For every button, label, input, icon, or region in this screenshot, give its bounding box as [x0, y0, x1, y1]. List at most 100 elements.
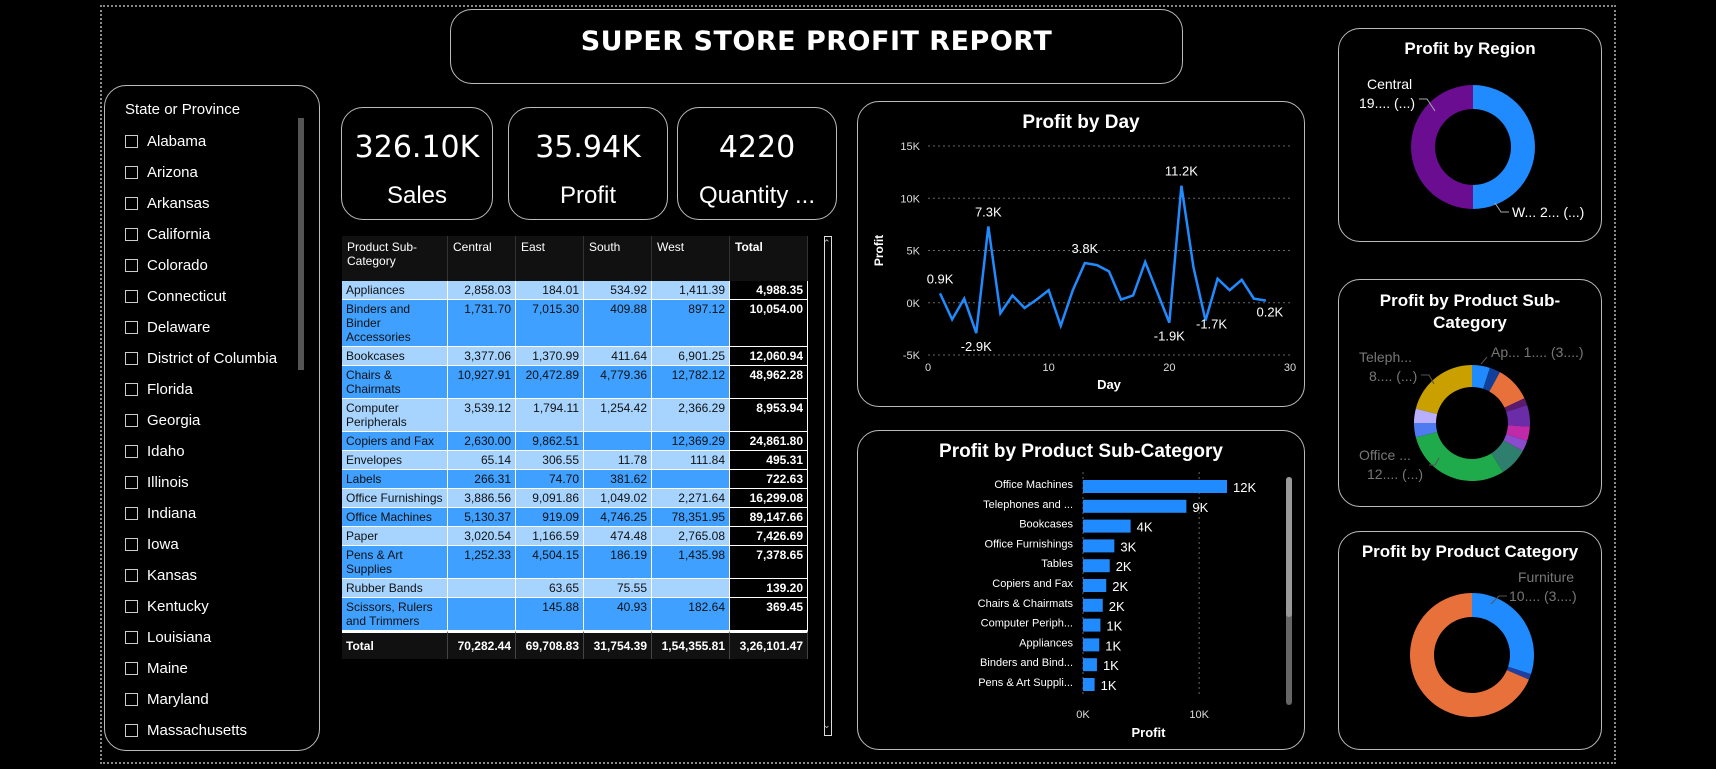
checkbox[interactable] [125, 383, 138, 396]
table-cell: 78,351.95 [652, 508, 730, 527]
column-header[interactable]: South [584, 236, 652, 281]
table-cell: 3,377.06 [448, 347, 516, 366]
table-row[interactable]: Office Machines 5,130.37 919.09 4,746.25 78,… [342, 508, 808, 527]
slicer-item[interactable]: Georgia [125, 405, 295, 436]
slicer-item[interactable]: Kentucky [125, 591, 295, 622]
checkbox[interactable] [125, 662, 138, 675]
slicer-item[interactable]: District of Columbia [125, 343, 295, 374]
checkbox[interactable] [125, 259, 138, 272]
column-header[interactable]: Product Sub-Category [342, 236, 448, 281]
column-header[interactable]: East [516, 236, 584, 281]
table-cell: 722.63 [730, 470, 808, 489]
profit-matrix[interactable]: Product Sub-Category Central East South West… [342, 236, 808, 747]
checkbox[interactable] [125, 476, 138, 489]
bar [1083, 559, 1110, 573]
checkbox[interactable] [125, 135, 138, 148]
table-cell: 186.19 [584, 546, 652, 579]
psub-donut-panel[interactable]: Profit by Product Sub-Category Teleph...… [1338, 279, 1602, 507]
slicer-item-label: Maryland [147, 691, 209, 708]
table-row[interactable]: Chairs & Chairmats 10,927.91 20,472.89 4,77… [342, 366, 808, 399]
pcat-donut-panel[interactable]: Profit by Product Category Furniture 10..… [1338, 531, 1602, 750]
slicer-item[interactable]: Colorado [125, 250, 295, 281]
table-row[interactable]: Appliances 2,858.03 184.01 534.92 1,411.39 4,… [342, 281, 808, 300]
table-row[interactable]: Bookcases 3,377.06 1,370.99 411.64 6,901.25 1… [342, 347, 808, 366]
subcat-bar-panel[interactable]: Profit by Product Sub-Category Office Ma… [857, 430, 1305, 750]
table-cell: 266.31 [448, 470, 516, 489]
kpi-label: Profit [559, 182, 616, 209]
kpi-card-quantity[interactable]: 4220 Quantity ... [677, 107, 837, 220]
kpi-card-profit[interactable]: 35.94K Profit [508, 107, 668, 220]
scroll-up-icon[interactable]: ⌃ [823, 238, 831, 249]
table-row[interactable]: Computer Peripherals 3,539.12 1,794.11 1,25… [342, 399, 808, 432]
category-label: Binders and Bind... [980, 657, 1073, 669]
table-row[interactable]: Scissors, Rulers and Trimmers 145.88 40.93… [342, 598, 808, 631]
checkbox[interactable] [125, 445, 138, 458]
checkbox[interactable] [125, 538, 138, 551]
bar [1083, 638, 1100, 652]
slicer-item[interactable]: Idaho [125, 436, 295, 467]
checkbox[interactable] [125, 600, 138, 613]
table-row[interactable]: Paper 3,020.54 1,166.59 474.48 2,765.08 7,426… [342, 527, 808, 546]
checkbox[interactable] [125, 507, 138, 520]
region-donut-chart: Central 19.... (...) W... 2... (...) [1359, 76, 1584, 220]
table-cell: 369.45 [730, 598, 808, 631]
category-label: Office Machines [994, 479, 1073, 491]
column-header[interactable]: Total [730, 236, 808, 281]
checkbox[interactable] [125, 228, 138, 241]
table-cell: 74.70 [516, 470, 584, 489]
slicer-item[interactable]: Arkansas [125, 188, 295, 219]
kpi-card-sales[interactable]: 326.10K Sales [341, 107, 493, 220]
slicer-item[interactable]: Louisiana [125, 622, 295, 653]
slicer-item[interactable]: Kansas [125, 560, 295, 591]
table-row[interactable]: Pens & Art Supplies 1,252.33 4,504.15 186.1… [342, 546, 808, 579]
slicer-item[interactable]: Massachusetts [125, 715, 295, 746]
slicer-item[interactable]: California [125, 219, 295, 250]
checkbox[interactable] [125, 166, 138, 179]
checkbox[interactable] [125, 631, 138, 644]
table-cell: 4,746.25 [584, 508, 652, 527]
bar [1083, 678, 1095, 691]
bar-value-label: 1K [1101, 678, 1117, 693]
state-slicer[interactable]: State or Province Alabama Arizona Arkansas… [104, 85, 320, 751]
table-row[interactable]: Labels 266.31 74.70 381.62 722.63 [342, 470, 808, 489]
slicer-item[interactable]: Maryland [125, 684, 295, 715]
bar [1083, 519, 1131, 533]
slicer-item[interactable]: Indiana [125, 498, 295, 529]
table-row[interactable]: Binders and Binder Accessories 1,731.70 7,… [342, 300, 808, 347]
checkbox[interactable] [125, 724, 138, 737]
slicer-item[interactable]: Illinois [125, 467, 295, 498]
matrix-scrollbar[interactable] [824, 236, 832, 736]
report-title-box: SUPER STORE PROFIT REPORT [450, 9, 1183, 84]
slicer-item[interactable]: Iowa [125, 529, 295, 560]
profit-by-day-chart: -5K 0K 5K 10K 15K 0 10 20 30 Day Profit 0.9K -2.9K 7.… [872, 141, 1296, 392]
slicer-item[interactable]: Florida [125, 374, 295, 405]
region-donut-panel[interactable]: Profit by Region Central 19.... (...) W...… [1338, 28, 1602, 242]
checkbox[interactable] [125, 321, 138, 334]
slicer-item[interactable]: Connecticut [125, 281, 295, 312]
table-row[interactable]: Envelopes 65.14 306.55 11.78 111.84 495.31 [342, 451, 808, 470]
table-row[interactable]: Copiers and Fax 2,630.00 9,862.51 12,369.29… [342, 432, 808, 451]
slicer-item[interactable]: Maine [125, 653, 295, 684]
table-row[interactable]: Office Furnishings 3,886.56 9,091.86 1,049.… [342, 489, 808, 508]
table-row[interactable]: Rubber Bands 63.65 75.55 139.20 [342, 579, 808, 598]
slicer-item[interactable]: Delaware [125, 312, 295, 343]
table-cell: Office Furnishings [342, 489, 448, 508]
profit-by-day-panel[interactable]: Profit by Day -5K 0K 5K 10K 15K 0 10 20 30 Day Pro… [857, 101, 1305, 407]
slicer-item[interactable]: Arizona [125, 157, 295, 188]
slicer-item[interactable]: Alabama [125, 126, 295, 157]
checkbox[interactable] [125, 290, 138, 303]
column-header[interactable]: West [652, 236, 730, 281]
table-cell: 1,049.02 [584, 489, 652, 508]
checkbox[interactable] [125, 352, 138, 365]
table-cell: 7,426.69 [730, 527, 808, 546]
column-header[interactable]: Central [448, 236, 516, 281]
checkbox[interactable] [125, 693, 138, 706]
slicer-item-label: Arkansas [147, 195, 210, 212]
checkbox[interactable] [125, 569, 138, 582]
slicer-scrollbar[interactable] [298, 118, 304, 370]
checkbox[interactable] [125, 197, 138, 210]
checkbox[interactable] [125, 414, 138, 427]
slicer-title: State or Province [125, 101, 241, 118]
scroll-down-icon[interactable]: ⌄ [823, 720, 831, 731]
slicer-item-label: Alabama [147, 133, 207, 150]
